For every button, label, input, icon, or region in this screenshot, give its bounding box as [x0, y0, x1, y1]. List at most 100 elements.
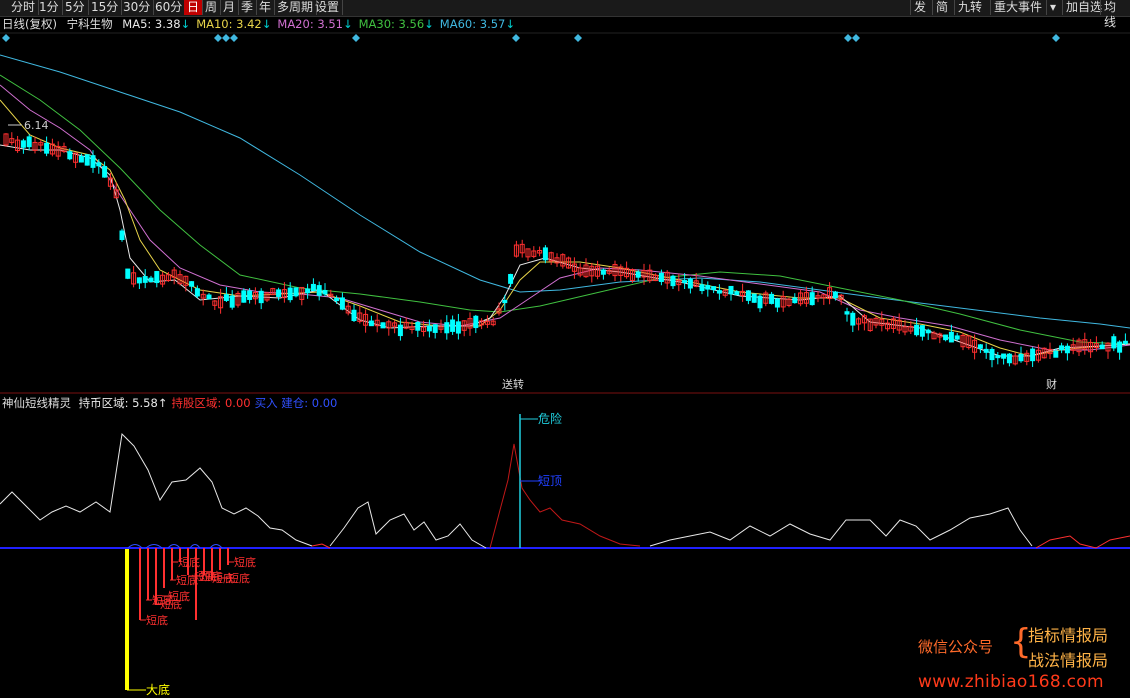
candle-body-14	[84, 154, 90, 166]
candle-body-109	[635, 271, 641, 278]
candle-body-177	[1030, 348, 1036, 362]
candle-body-192	[1117, 341, 1123, 353]
short-top-label: 短顶	[538, 474, 562, 488]
candle-body-53	[310, 283, 316, 292]
candle-body-77	[450, 319, 456, 332]
indicator-white-line-a	[0, 432, 313, 547]
candle-body-15	[90, 155, 96, 168]
short-bottom-label-3: 短底	[168, 589, 190, 603]
candle-body-71	[415, 322, 421, 331]
candle-body-191	[1111, 336, 1117, 349]
candle-body-129	[751, 293, 757, 303]
watermark-name1: 指标情报局	[1028, 626, 1109, 645]
candle-body-52	[305, 288, 311, 294]
candle-body-63	[368, 320, 374, 327]
candle-body-54	[316, 285, 322, 296]
candle-body-4	[26, 136, 32, 148]
candle-body-7	[44, 142, 50, 154]
candle-body-60	[351, 309, 357, 321]
indicator-white-line-b	[329, 501, 487, 549]
event-label-0: 送转	[502, 377, 524, 391]
indicator-info-line: 神仙短线精灵 持币区域: 5.58↑ 持股区域: 0.00 买入 建仓: 0.00	[2, 396, 345, 410]
event-diamond-4	[352, 34, 360, 42]
candle-body-123	[716, 290, 722, 294]
candle-body-113	[658, 272, 664, 282]
candle-body-13	[78, 155, 84, 163]
event-diamond-0	[2, 34, 10, 42]
candle-body-49	[287, 287, 293, 301]
candle-body-117	[682, 280, 688, 284]
candle-body-73	[426, 325, 432, 332]
short-bottom-label-10: 短底	[234, 555, 256, 569]
watermark-wechat: 微信公众号	[918, 638, 994, 656]
event-diamond-2	[222, 34, 230, 42]
candle-body-81	[473, 315, 479, 329]
watermark-name2: 战法情报局	[1028, 651, 1109, 670]
candle-body-183	[1064, 345, 1070, 354]
event-diamond-5	[512, 34, 520, 42]
ma30-line	[0, 74, 1130, 345]
candle-body-132	[769, 293, 775, 304]
candle-body-182	[1059, 345, 1065, 351]
candle-body-78	[455, 321, 461, 334]
stock-chart[interactable]: 6.14送转 财危险短顶大底短底短底短底短底短底短底短底短底短底短底短底	[0, 0, 1130, 698]
candle-body-158	[919, 325, 925, 337]
candle-body-38	[223, 294, 229, 301]
candle-body-175	[1018, 353, 1024, 362]
candle-body-33	[194, 288, 200, 297]
candle-body-169	[983, 348, 989, 353]
candle-body-58	[339, 297, 345, 310]
candle-body-173	[1006, 353, 1012, 364]
big-bottom-label: 大底	[146, 682, 170, 697]
candle-body-143	[832, 291, 838, 299]
candle-body-41	[241, 290, 247, 303]
watermark: 微信公众号 { 指标情报局 战法情报局 www.zhibiao168.com	[916, 620, 1126, 696]
indicator-field-1: 持股区域: 0.00	[171, 396, 251, 410]
candle-body-20	[119, 230, 125, 241]
candle-body-125	[728, 285, 734, 295]
candle-body-74	[432, 324, 438, 333]
watermark-url: www.zhibiao168.com	[918, 672, 1104, 692]
candle-body-164	[954, 335, 960, 340]
candle-body-171	[995, 355, 1001, 359]
indicator-red-spike	[489, 443, 641, 549]
candle-body-115	[670, 275, 676, 287]
candle-body-157	[914, 324, 920, 336]
candle-body-39	[229, 295, 235, 308]
candle-body-21	[125, 268, 131, 279]
candle-body-136	[792, 297, 798, 304]
event-label-1: 财	[1046, 377, 1057, 391]
high-price-label: 6.14	[24, 119, 49, 132]
candle-body-126	[734, 291, 740, 296]
candle-body-57	[334, 297, 340, 302]
candle-body-128	[745, 290, 751, 301]
danger-label: 危险	[538, 411, 562, 426]
candle-body-86	[502, 299, 508, 304]
candle-body-122	[711, 286, 717, 291]
candle-body-145	[844, 311, 850, 315]
candle-body-133	[774, 298, 780, 308]
ma5-line	[0, 144, 1130, 357]
candle-body-162	[943, 334, 949, 341]
indicator-field-2: 买入 建仓: 0.00	[254, 396, 338, 410]
candle-body-23	[136, 277, 142, 284]
candle-body-168	[977, 344, 983, 349]
event-diamond-3	[230, 34, 238, 42]
candle-body-11	[67, 151, 73, 160]
candle-body-35	[206, 294, 212, 300]
ma60-line	[0, 54, 1130, 329]
ma20-line	[0, 84, 1130, 351]
candle-body-17	[102, 166, 108, 178]
event-diamond-8	[852, 34, 860, 42]
candle-body-170	[989, 348, 995, 361]
event-diamond-1	[214, 34, 222, 42]
indicator-name: 神仙短线精灵	[2, 396, 71, 410]
candle-body-146	[850, 312, 856, 326]
candle-body-121	[705, 285, 711, 290]
indicator-field-0: 持币区域: 5.58↑	[78, 396, 168, 410]
candle-body-139	[809, 292, 815, 306]
candle-body-25	[148, 277, 154, 283]
candle-body-189	[1099, 344, 1105, 350]
candle-body-76	[444, 322, 450, 334]
candle-body-93	[542, 247, 548, 261]
